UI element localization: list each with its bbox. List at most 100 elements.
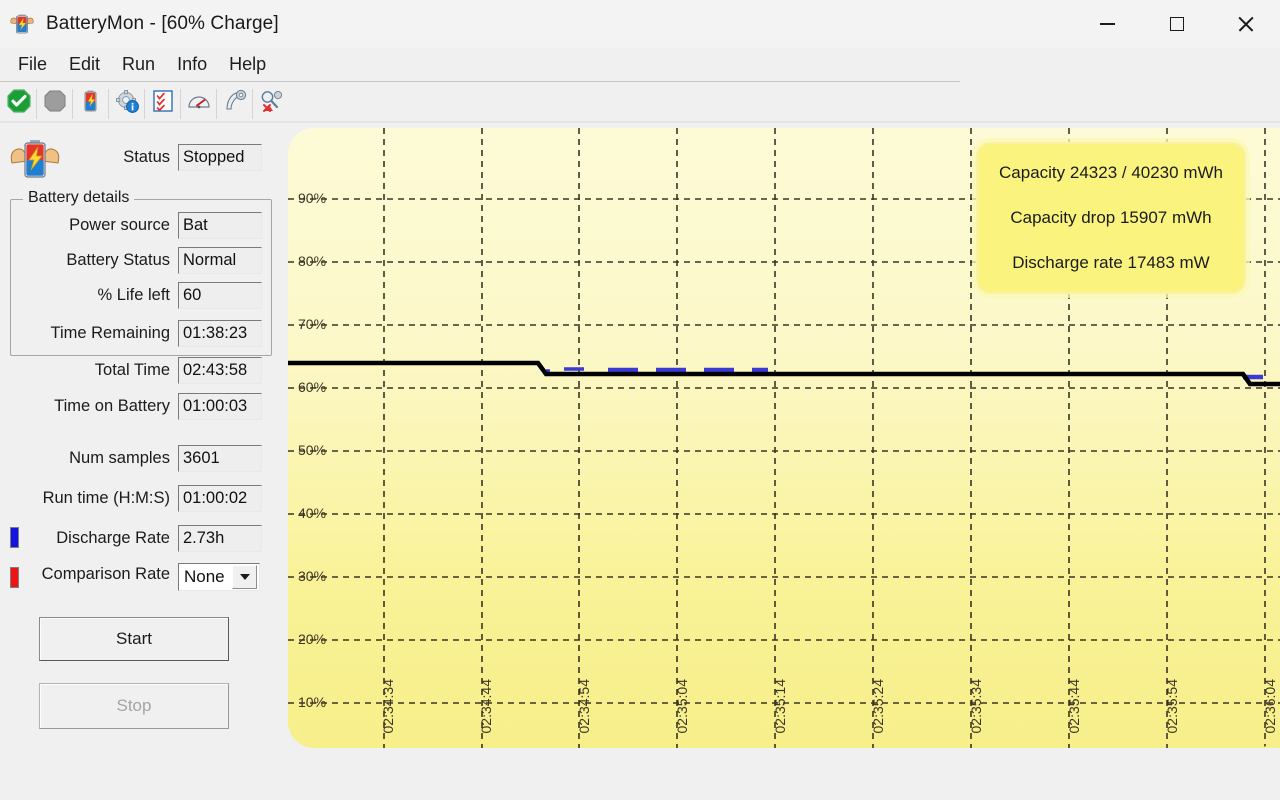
app-icon: [9, 11, 35, 37]
gauge-button[interactable]: [181, 86, 217, 122]
title-bar: BatteryMon - [60% Charge]: [0, 0, 1280, 48]
discharge-rate-swatch: [10, 527, 19, 548]
xtick-6: 02:35:34: [968, 679, 984, 734]
xtick-4: 02:35:14: [772, 679, 788, 734]
menu-info[interactable]: Info: [166, 52, 218, 77]
xtick-2: 02:34:54: [576, 679, 592, 734]
xtick-7: 02:35:44: [1066, 679, 1082, 734]
battery-status-row: Battery Status Normal: [52, 247, 262, 274]
comparison-rate-swatch: [10, 567, 19, 588]
battery-chart: 90% 80% 70% 60% 50% 40% 30% 20% 10% 02:3…: [288, 128, 1280, 748]
num-samples-value: 3601: [178, 445, 262, 472]
gear-icon: [115, 89, 140, 119]
menu-run[interactable]: Run: [111, 52, 166, 77]
run-time-label: Run time (H:M:S): [26, 489, 170, 508]
menu-help[interactable]: Help: [218, 52, 277, 77]
time-on-battery-label: Time on Battery: [36, 397, 170, 416]
comparison-rate-row: Comparison Rate: [26, 565, 170, 584]
run-time-row: Run time (H:M:S) 01:00:02: [26, 485, 262, 512]
start-button[interactable]: Start: [39, 617, 229, 661]
xtick-0: 02:34:34: [380, 679, 396, 734]
total-time-row: Total Time 02:43:58: [36, 357, 262, 384]
toolbar: [0, 84, 1280, 123]
chart-info-box: Capacity 24323 / 40230 mWh Capacity drop…: [976, 142, 1246, 294]
xtick-3: 02:35:04: [674, 679, 690, 734]
gray-octagon-icon: [42, 88, 68, 119]
num-samples-label: Num samples: [36, 449, 170, 468]
battery-hero-icon: [8, 135, 62, 183]
menu-edit[interactable]: Edit: [58, 52, 111, 77]
ytick-50: 50%: [298, 442, 326, 458]
close-icon: [1237, 15, 1255, 33]
troubleshoot-button[interactable]: [253, 86, 289, 122]
ytick-10: 10%: [298, 694, 326, 710]
battery-info-button[interactable]: [73, 86, 109, 122]
diagnostics-button[interactable]: [217, 86, 253, 122]
green-check-icon: [6, 88, 32, 119]
settings-button[interactable]: [109, 86, 145, 122]
left-panel: Status Stopped Battery details Power sou…: [0, 123, 288, 800]
comparison-rate-selected-value: None: [179, 567, 232, 587]
menu-divider: [0, 81, 960, 82]
power-source-label: Power source: [52, 216, 170, 235]
stop-monitoring-button[interactable]: [37, 86, 73, 122]
battery-status-label: Battery Status: [52, 251, 170, 270]
life-left-label: % Life left: [52, 286, 170, 305]
run-time-value: 01:00:02: [178, 485, 262, 512]
comparison-rate-dropdown-button[interactable]: [232, 565, 257, 589]
xtick-8: 02:35:54: [1164, 679, 1180, 734]
discharge-rate-text: Discharge rate 17483 mW: [1012, 253, 1209, 273]
maximize-icon: [1170, 17, 1184, 31]
ytick-80: 80%: [298, 253, 326, 269]
maximize-button[interactable]: [1142, 0, 1211, 48]
ytick-40: 40%: [298, 505, 326, 521]
discharge-rate-row: Discharge Rate 2.73h: [26, 525, 262, 552]
num-samples-row: Num samples 3601: [36, 445, 262, 472]
capacity-text: Capacity 24323 / 40230 mWh: [999, 163, 1223, 183]
minimize-button[interactable]: [1073, 0, 1142, 48]
battery-status-value: Normal: [178, 247, 262, 274]
stop-button: Stop: [39, 683, 229, 729]
battery-details-title: Battery details: [23, 189, 134, 207]
status-value: Stopped: [178, 144, 262, 171]
time-on-battery-row: Time on Battery 01:00:03: [36, 393, 262, 420]
menu-file[interactable]: File: [7, 52, 58, 77]
ytick-90: 90%: [298, 190, 326, 206]
menu-bar: File Edit Run Info Help: [0, 48, 1280, 81]
close-button[interactable]: [1211, 0, 1280, 48]
ytick-70: 70%: [298, 316, 326, 332]
power-source-value: Bat: [178, 212, 262, 239]
discharge-rate-label: Discharge Rate: [26, 529, 170, 548]
discharge-rate-value: 2.73h: [178, 525, 262, 552]
window-title: BatteryMon - [60% Charge]: [46, 13, 279, 35]
ytick-20: 20%: [298, 631, 326, 647]
wrench-tool-icon: [223, 89, 247, 118]
life-left-row: % Life left 60: [52, 282, 262, 309]
ytick-30: 30%: [298, 568, 326, 584]
comparison-rate-label: Comparison Rate: [26, 565, 170, 584]
xtick-1: 02:34:44: [478, 679, 494, 734]
ytick-60: 60%: [298, 379, 326, 395]
capacity-drop-text: Capacity drop 15907 mWh: [1010, 208, 1211, 228]
start-monitoring-button[interactable]: [1, 86, 37, 122]
total-time-value: 02:43:58: [178, 357, 262, 384]
checklist-button[interactable]: [145, 86, 181, 122]
minimize-icon: [1100, 23, 1115, 25]
magnifier-tool-icon: [259, 89, 283, 118]
status-label: Status: [92, 148, 170, 167]
xtick-5: 02:35:24: [870, 679, 886, 734]
window-controls: [1073, 0, 1280, 48]
comparison-rate-select[interactable]: None: [178, 563, 260, 591]
xtick-9: 02:36:04: [1262, 679, 1278, 734]
time-on-battery-value: 01:00:03: [178, 393, 262, 420]
total-time-label: Total Time: [36, 361, 170, 380]
status-row: Status Stopped: [92, 144, 262, 171]
battery-icon: [79, 89, 103, 118]
time-remaining-value: 01:38:23: [178, 320, 262, 347]
time-remaining-label: Time Remaining: [36, 324, 170, 343]
chevron-down-icon: [240, 574, 250, 580]
life-left-value: 60: [178, 282, 262, 309]
clipboard-check-icon: [151, 89, 175, 118]
power-source-row: Power source Bat: [52, 212, 262, 239]
time-remaining-row: Time Remaining 01:38:23: [36, 320, 262, 347]
